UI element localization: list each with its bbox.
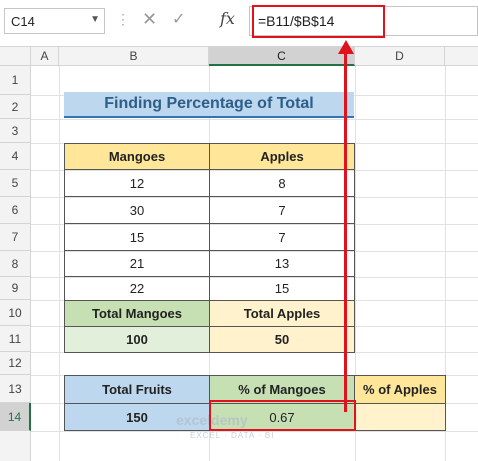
table-cell[interactable]: 7	[209, 196, 355, 224]
row-header-9[interactable]: 9	[0, 277, 31, 300]
row-header-10[interactable]: 10	[0, 300, 31, 326]
table-header-apples[interactable]: Apples	[209, 143, 355, 170]
table-header-mangoes[interactable]: Mangoes	[64, 143, 210, 170]
table-cell[interactable]: 21	[64, 250, 210, 277]
formula-highlight-box	[252, 5, 385, 38]
chevron-down-icon[interactable]: ▼	[90, 14, 100, 25]
table-cell[interactable]: 12	[64, 169, 210, 197]
total-apples-value[interactable]: 50	[209, 326, 355, 353]
name-box-value: C14	[11, 14, 35, 29]
more-options-icon: ⋮	[116, 11, 130, 27]
sheet-title[interactable]: Finding Percentage of Total	[64, 92, 354, 118]
selected-cell-highlight	[209, 400, 356, 431]
column-header-d[interactable]: D	[355, 47, 445, 66]
table-cell[interactable]: 15	[64, 223, 210, 251]
column-header-a[interactable]: A	[31, 47, 59, 66]
total-mangoes-label[interactable]: Total Mangoes	[64, 300, 210, 327]
select-all-corner[interactable]	[0, 47, 31, 66]
table-cell[interactable]: 15	[209, 276, 355, 301]
total-fruits-label[interactable]: Total Fruits	[64, 375, 210, 404]
cancel-icon[interactable]: ✕	[142, 9, 157, 30]
total-apples-label[interactable]: Total Apples	[209, 300, 355, 327]
table-cell[interactable]: 7	[209, 223, 355, 251]
gridline	[31, 119, 478, 120]
row-header-13[interactable]: 13	[0, 375, 31, 403]
row-header-12[interactable]: 12	[0, 352, 31, 375]
row-header-14[interactable]: 14	[0, 403, 31, 431]
arrow-up-icon	[338, 40, 354, 54]
insert-function-icon[interactable]: fx	[220, 9, 235, 28]
table-cell[interactable]: 13	[209, 250, 355, 277]
row-header-15[interactable]	[0, 431, 31, 461]
gridline	[59, 66, 60, 461]
name-box[interactable]: C14 ▼	[4, 8, 105, 34]
watermark-tagline: EXCEL · DATA · BI	[190, 431, 275, 440]
column-header-e[interactable]	[445, 47, 478, 66]
row-header-6[interactable]: 6	[0, 197, 31, 224]
row-header-3[interactable]: 3	[0, 119, 31, 143]
enter-icon[interactable]: ✓	[172, 9, 185, 29]
row-header-2[interactable]: 2	[0, 95, 31, 119]
table-cell[interactable]: 22	[64, 276, 210, 301]
row-header-4[interactable]: 4	[0, 143, 31, 170]
pct-apples-label[interactable]: % of Apples	[354, 375, 446, 404]
row-header-1[interactable]: 1	[0, 66, 31, 95]
table-cell[interactable]: 30	[64, 196, 210, 224]
row-header-8[interactable]: 8	[0, 251, 31, 277]
pct-apples-value[interactable]	[354, 403, 446, 431]
row-header-7[interactable]: 7	[0, 224, 31, 251]
annotation-arrow-line	[344, 50, 347, 412]
row-header-11[interactable]: 11	[0, 326, 31, 352]
column-header-b[interactable]: B	[59, 47, 209, 66]
table-cell[interactable]: 8	[209, 169, 355, 197]
row-header-5[interactable]: 5	[0, 170, 31, 197]
column-header-c[interactable]: C	[209, 47, 355, 66]
total-mangoes-value[interactable]: 100	[64, 326, 210, 353]
